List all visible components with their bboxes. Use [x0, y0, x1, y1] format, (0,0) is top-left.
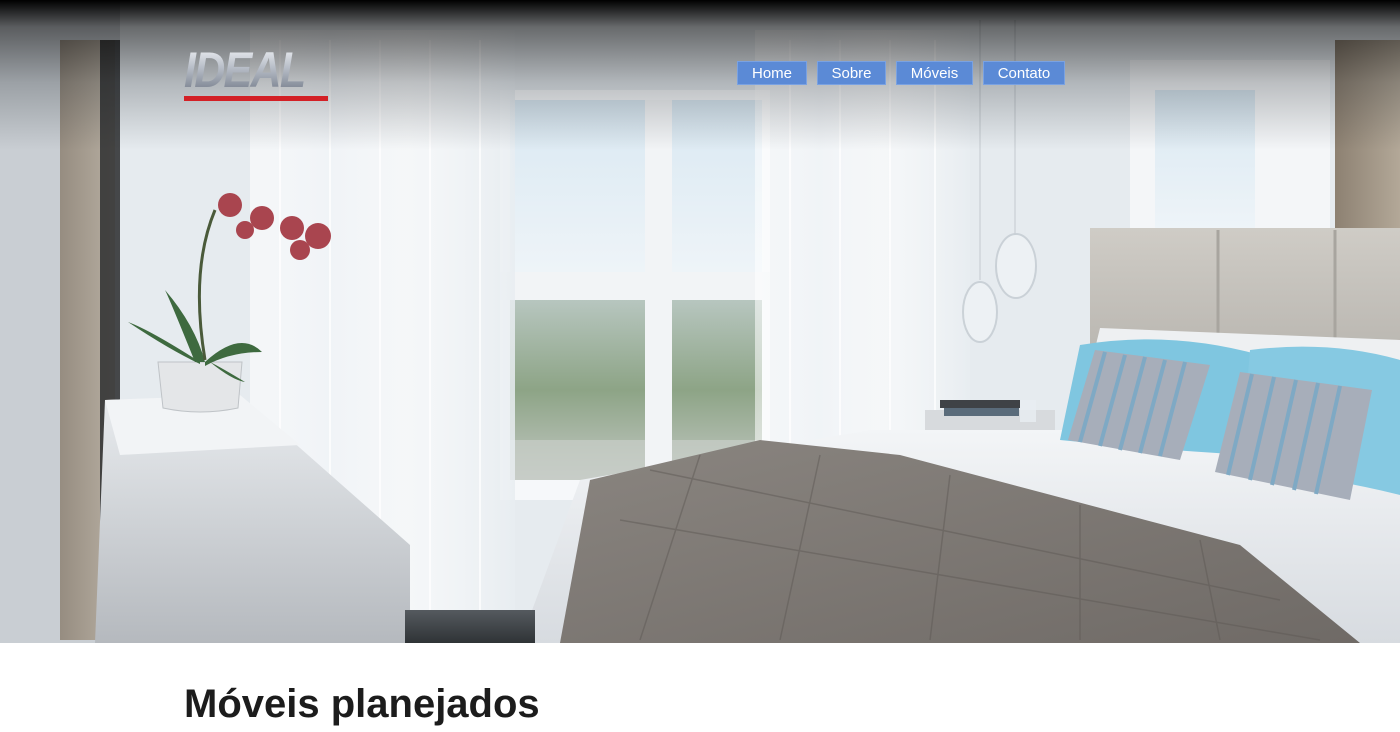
nav-moveis[interactable]: Móveis	[896, 61, 973, 85]
nav-home[interactable]: Home	[737, 61, 807, 85]
nav-contato[interactable]: Contato	[983, 61, 1065, 85]
site-logo[interactable]: IDEAL	[184, 44, 328, 102]
hero-banner: IDEAL Home Sobre Móveis Contato	[0, 0, 1400, 643]
main-nav: Home Sobre Móveis Contato	[737, 61, 1065, 85]
nav-sobre[interactable]: Sobre	[817, 61, 886, 85]
section-title: Móveis planejados	[184, 682, 540, 726]
logo-underline	[184, 96, 328, 101]
logo-text: IDEAL	[184, 44, 308, 96]
